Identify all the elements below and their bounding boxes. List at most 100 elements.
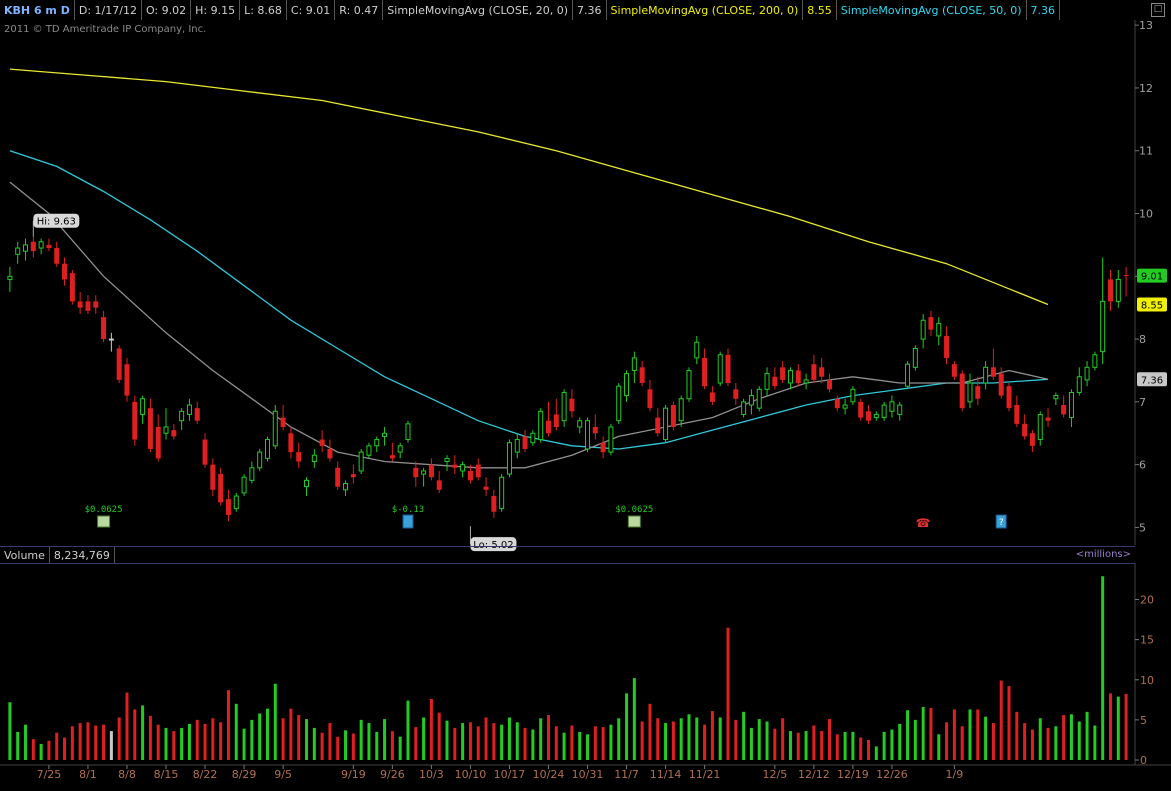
candle-body [54,248,60,264]
candle-body [592,426,598,434]
candle-body [23,244,29,252]
candle-body [467,470,473,481]
candle-body [1123,275,1129,277]
date-tick-label: 8/8 [118,768,136,781]
sma20-label[interactable]: SimpleMovingAvg (CLOSE, 20, 0) [383,0,574,20]
candle-body [624,373,630,397]
candle-body [108,338,114,341]
sma200-value: 8.55 [803,0,837,20]
candle-body [147,408,153,449]
date-tick-label: 10/17 [494,768,526,781]
candle-body [530,432,536,444]
candle-body [1076,376,1082,393]
candle-body [1029,433,1035,446]
candle-body [343,482,349,491]
candle-body [569,398,575,412]
price-tick-label: 6 [1139,459,1146,472]
candle-body [928,317,934,330]
annotation-label: Hi: 9.63 [37,217,76,228]
volume-tick-label: 0 [1140,754,1147,767]
date-tick-label: 10/24 [533,768,565,781]
candle-body [475,464,481,478]
candle-body [155,426,161,459]
candle-body [1107,279,1113,302]
candle-body [304,479,310,488]
candle-body [1022,423,1028,437]
candle-body [522,436,528,449]
price-tick-label: 5 [1139,521,1146,534]
date-tick-label: 11/7 [614,768,639,781]
candle-body [249,467,255,481]
candle-body [15,247,21,255]
candle-body [1006,386,1012,409]
candle-body [826,379,832,390]
candle-body [1045,417,1051,421]
price-chart[interactable]: 5678910111213051015207/258/18/88/158/228… [0,0,1171,791]
date-tick-label: 10/31 [572,768,604,781]
candle-body [46,244,52,249]
date-tick-label: 11/21 [689,768,721,781]
candle-body [514,439,520,453]
candle-body [241,476,247,494]
sma50-label[interactable]: SimpleMovingAvg (CLOSE, 50, 0) [837,0,1027,20]
candle-body [733,389,739,399]
candle-body [936,322,942,337]
date-tick-label: 12/19 [837,768,869,781]
candle-body [444,457,450,463]
candle-body [210,464,216,490]
candle-body [366,445,372,456]
candle-body [499,476,505,510]
candle-body [327,448,333,459]
price-label: 8.55 [1141,301,1163,312]
candle-body [374,439,380,447]
volume-tick-label: 15 [1140,634,1154,647]
candle-body [670,405,676,427]
candle-body [93,301,99,308]
date-tick-label: 1/9 [946,768,964,781]
candle-body [405,423,411,441]
candle-body [905,363,911,387]
candle-body [912,347,918,368]
candle-body [69,273,75,302]
date-tick-label: 9/5 [274,768,292,781]
candle-body [725,354,731,384]
candle-body [233,495,239,510]
symbol-label[interactable]: KBH 6 m D [0,0,75,20]
candle-body [491,496,497,512]
candle-body [772,376,778,387]
candle-body [944,335,950,358]
volume-bars [8,576,1128,760]
candle-body [561,391,567,422]
earnings-icon [402,514,414,529]
candle-body [483,486,489,490]
close-label: C: 9.01 [287,0,336,20]
date-tick-label: 10/3 [419,768,444,781]
question-mark: ? [999,518,1004,528]
sma200-line [9,68,1049,306]
candle-body [397,445,403,453]
volume-label[interactable]: Volume [0,547,50,563]
candle-body [850,388,856,403]
volume-tick-label: 10 [1140,674,1154,687]
candle-body [124,364,130,396]
candle-body [179,410,185,422]
candle-body [358,451,364,472]
candle-body [819,367,825,377]
candle-body [967,382,973,403]
candles [7,236,1129,522]
event-label: $-0.13 [392,505,425,515]
price-label: 9.01 [1141,272,1163,283]
sma200-label[interactable]: SimpleMovingAvg (CLOSE, 200, 0) [607,0,804,20]
candle-body [38,241,44,249]
candle-body [983,366,989,384]
candle-body [897,404,903,415]
candle-body [998,373,1004,396]
high-label: H: 9.15 [191,0,241,20]
open-label: O: 9.02 [142,0,192,20]
candle-body [787,369,793,384]
candle-body [951,364,957,377]
maximize-icon[interactable]: □ [1151,3,1165,17]
candle-body [296,452,302,462]
price-tick-label: 7 [1139,396,1146,409]
candle-body [382,432,388,437]
